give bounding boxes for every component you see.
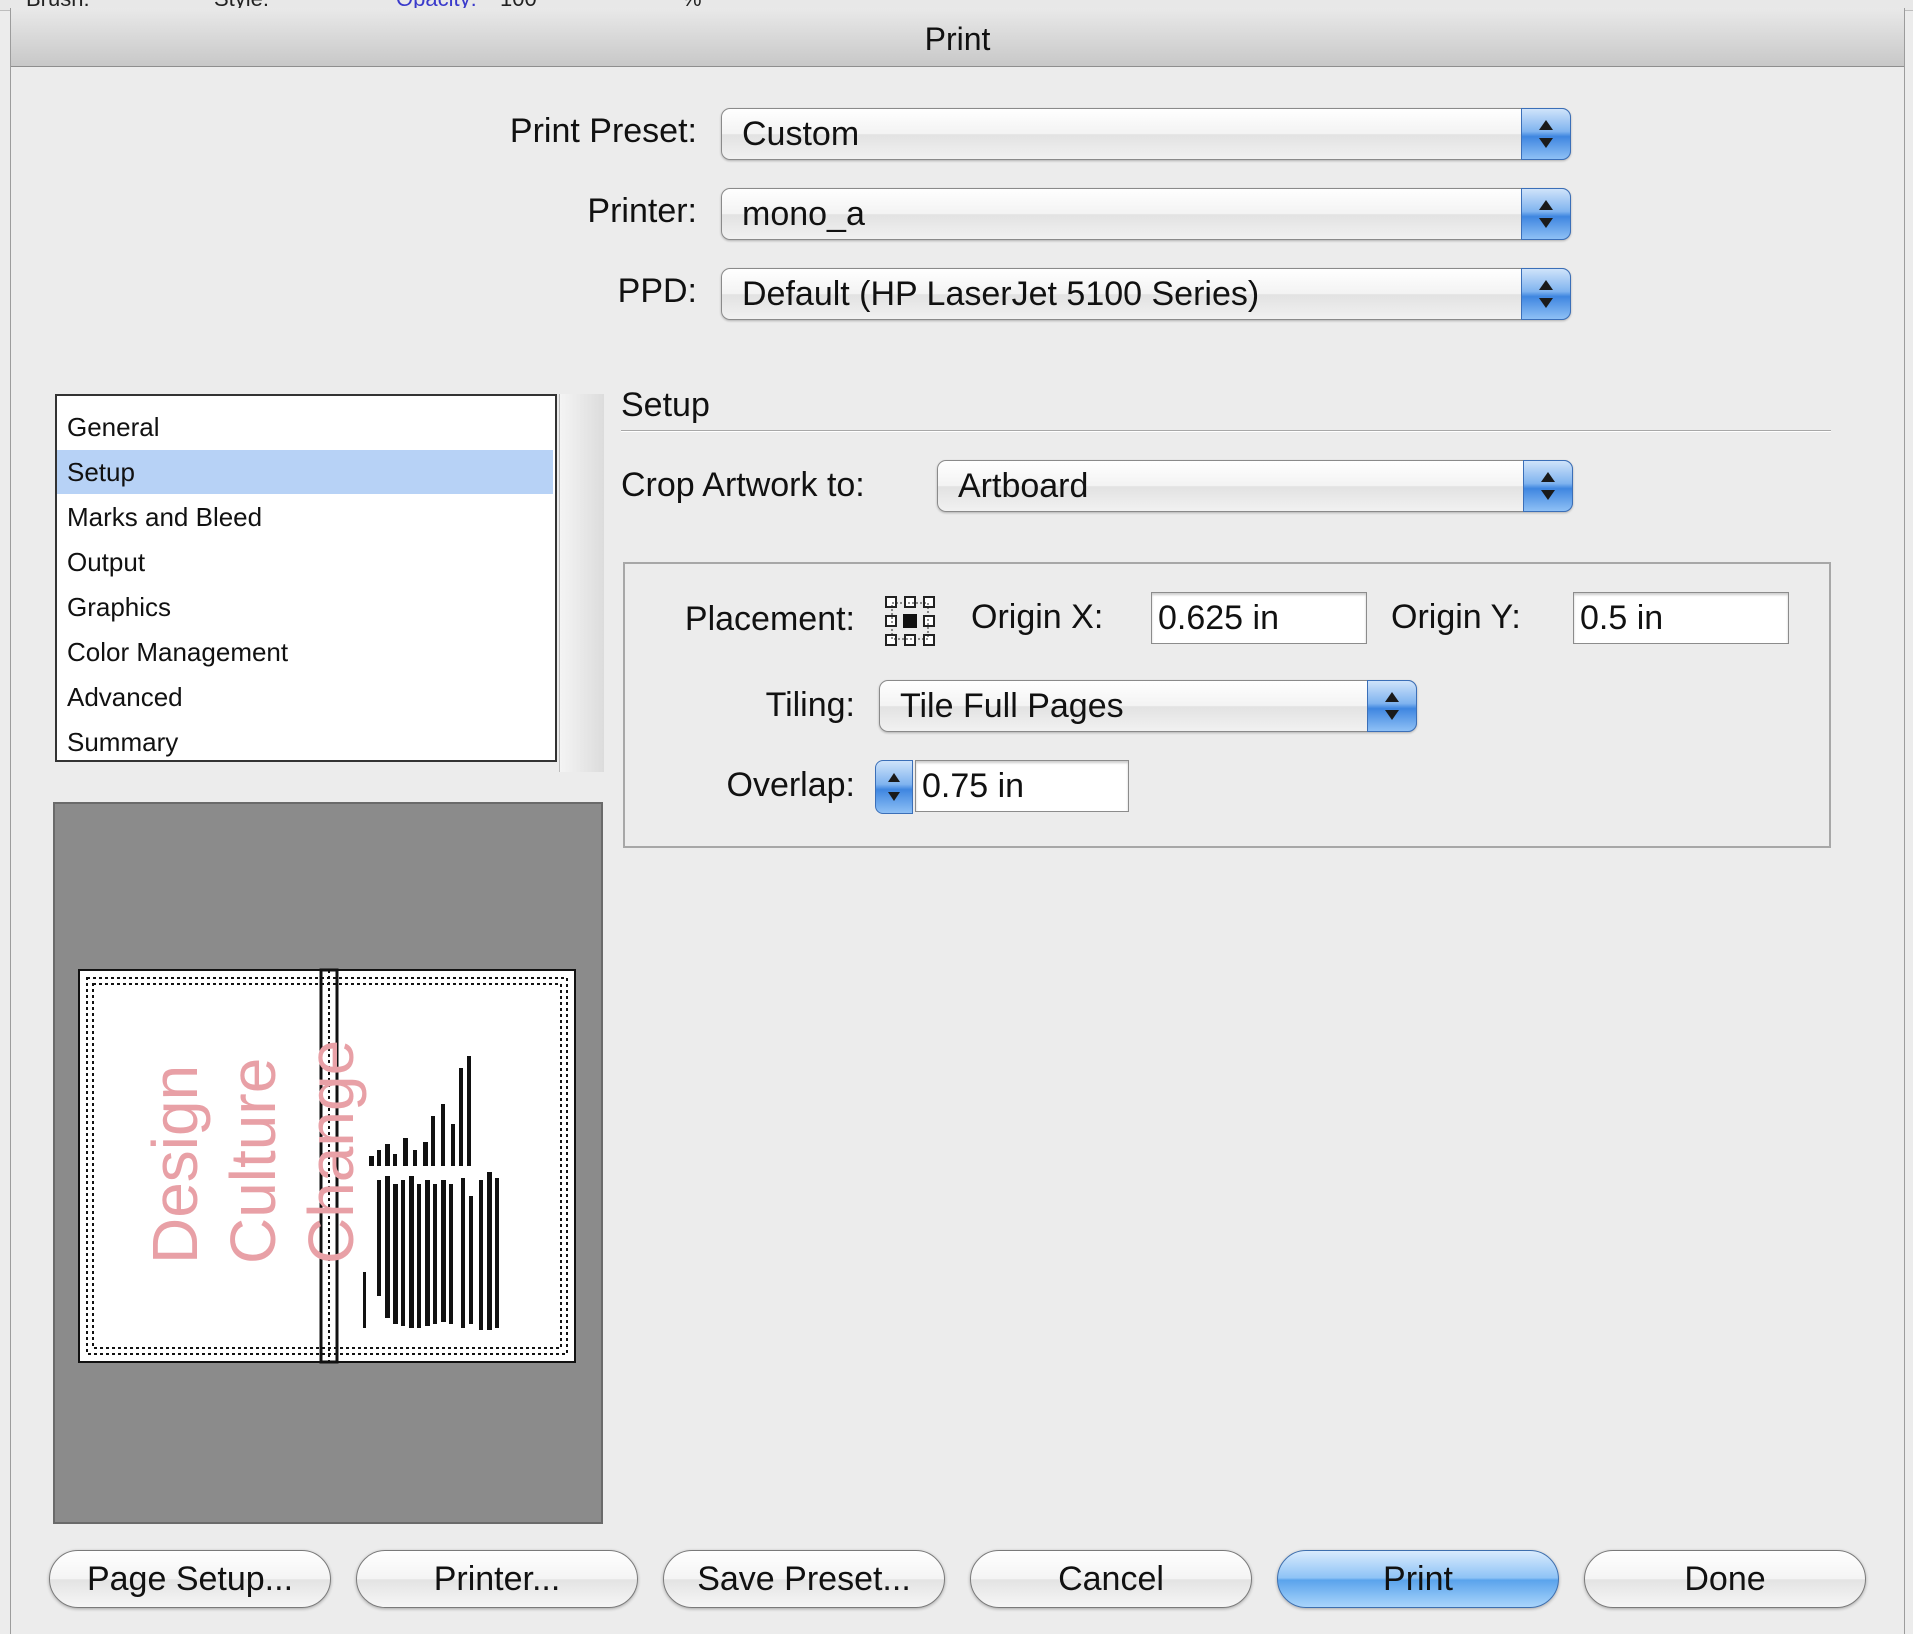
tiling-label: Tiling:	[765, 686, 855, 724]
page-setup-button[interactable]: Page Setup...	[49, 1550, 331, 1608]
preview-word-design: Design	[139, 1065, 211, 1264]
save-preset-button[interactable]: Save Preset...	[663, 1550, 945, 1608]
popup-arrows-icon	[1521, 188, 1571, 240]
popup-arrows-icon	[1521, 268, 1571, 320]
origin-x-label: Origin X:	[971, 598, 1104, 636]
ppd-value: Default (HP LaserJet 5100 Series)	[742, 275, 1260, 313]
preview-word-change: Change	[295, 1040, 367, 1264]
popup-arrows-icon	[1521, 108, 1571, 160]
setup-section-title: Setup	[621, 386, 710, 424]
tiling-popup[interactable]: Tile Full Pages	[879, 680, 1417, 732]
origin-x-field[interactable]: 0.625 in	[1151, 592, 1367, 644]
printer-popup[interactable]: mono_a	[721, 188, 1571, 240]
category-graphics[interactable]: Graphics	[57, 585, 553, 629]
popup-arrows-icon	[1523, 460, 1573, 512]
done-button[interactable]: Done	[1584, 1550, 1866, 1608]
overlap-stepper[interactable]	[875, 760, 913, 814]
overlap-label: Overlap:	[726, 766, 856, 804]
print-preview[interactable]: Design Culture Change	[53, 802, 603, 1524]
print-button[interactable]: Print	[1277, 1550, 1559, 1608]
section-separator	[621, 430, 1831, 432]
crop-artwork-value: Artboard	[958, 467, 1089, 505]
preview-page-graphic: Design Culture Change	[78, 968, 576, 1364]
category-general[interactable]: General	[57, 405, 553, 449]
print-preset-popup[interactable]: Custom	[721, 108, 1571, 160]
ppd-label: PPD:	[617, 272, 697, 310]
printer-value: mono_a	[742, 195, 865, 233]
overlap-field[interactable]: 0.75 in	[915, 760, 1129, 812]
cancel-button[interactable]: Cancel	[970, 1550, 1252, 1608]
crop-artwork-label: Crop Artwork to:	[621, 466, 865, 504]
printer-button[interactable]: Printer...	[356, 1550, 638, 1608]
origin-y-field[interactable]: 0.5 in	[1573, 592, 1789, 644]
category-advanced[interactable]: Advanced	[57, 675, 553, 719]
dialog-title: Print	[11, 8, 1904, 67]
placement-label: Placement:	[684, 600, 855, 638]
origin-y-label: Origin Y:	[1391, 598, 1521, 636]
category-summary[interactable]: Summary	[57, 720, 553, 764]
placement-grid-icon[interactable]	[883, 594, 937, 648]
settings-category-list[interactable]: General Setup Marks and Bleed Output Gra…	[55, 394, 557, 762]
category-output[interactable]: Output	[57, 540, 553, 584]
print-preset-value: Custom	[742, 115, 860, 153]
print-preset-label: Print Preset:	[509, 112, 697, 150]
tiling-value: Tile Full Pages	[900, 687, 1124, 725]
crop-artwork-popup[interactable]: Artboard	[937, 460, 1573, 512]
list-scrollbar[interactable]	[559, 394, 604, 772]
ppd-popup[interactable]: Default (HP LaserJet 5100 Series)	[721, 268, 1571, 320]
category-setup[interactable]: Setup	[57, 450, 553, 494]
print-dialog: Print Print Preset: Custom Printer: mono…	[10, 8, 1905, 1634]
popup-arrows-icon	[1367, 680, 1417, 732]
preview-word-culture: Culture	[217, 1058, 289, 1264]
printer-label: Printer:	[587, 192, 697, 230]
category-color-management[interactable]: Color Management	[57, 630, 553, 674]
category-marks-and-bleed[interactable]: Marks and Bleed	[57, 495, 553, 539]
